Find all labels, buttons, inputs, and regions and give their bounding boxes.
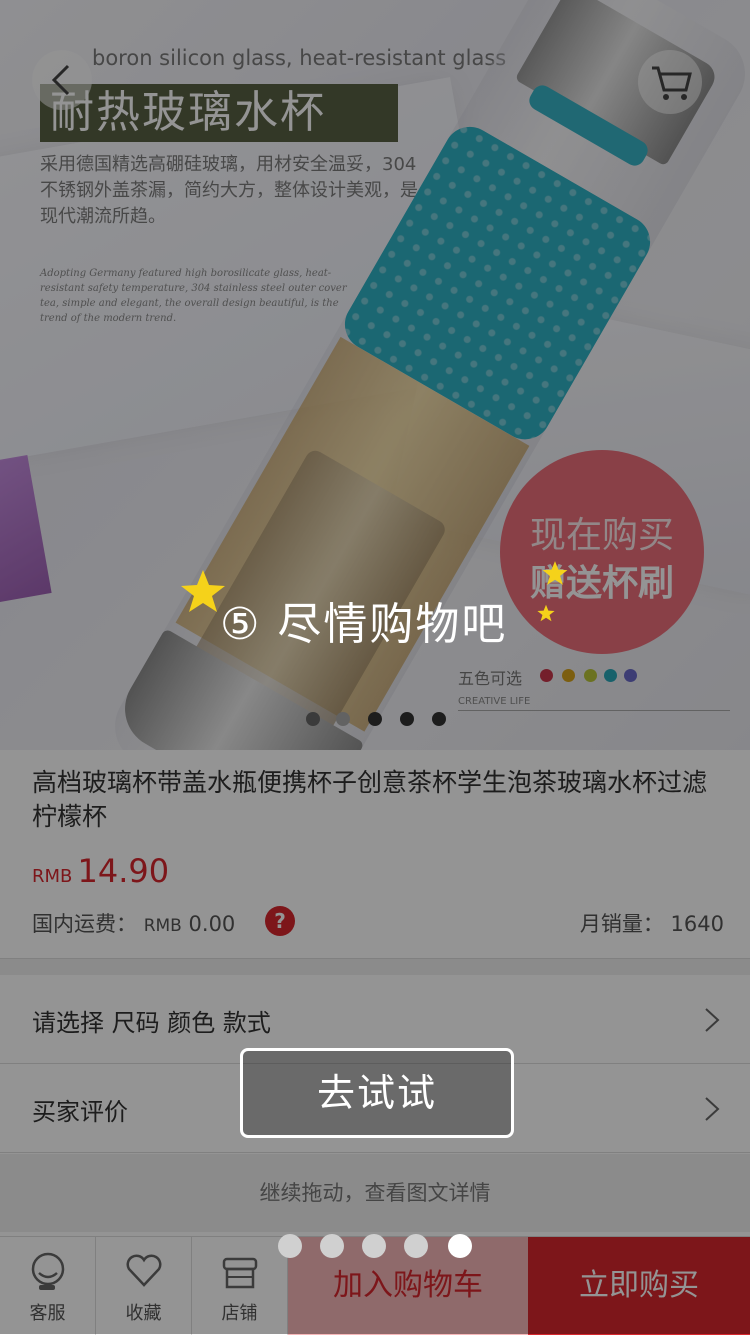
chevron-right-icon <box>705 1008 720 1032</box>
back-button[interactable] <box>32 50 92 110</box>
hero-description: 采用德国精选高硼硅玻璃，用材安全温妥，304不锈钢外盖茶漏，简约大方，整体设计美… <box>40 154 418 227</box>
carousel-dot[interactable] <box>306 712 320 726</box>
color-swatch <box>624 669 637 682</box>
price-currency: RMB <box>32 866 73 887</box>
promo-line-2: 赠送杯刷 <box>529 563 674 604</box>
store-label: 店铺 <box>221 1303 258 1324</box>
customer-service-button[interactable]: 客服 <box>0 1237 96 1335</box>
hero-english-description: Adopting Germany featured high borosilic… <box>40 268 347 324</box>
chevron-right-icon <box>705 1097 720 1121</box>
spec-select-label: 请选择 尺码 颜色 款式 <box>32 1009 271 1037</box>
product-price: RMB 14.90 <box>32 852 169 890</box>
favorite-label: 收藏 <box>125 1303 162 1324</box>
hero-title: 耐热玻璃水杯 <box>40 84 398 142</box>
guide-step-dot-active <box>448 1234 472 1258</box>
try-it-button[interactable]: 去试试 <box>240 1048 514 1138</box>
divider <box>458 710 730 711</box>
product-title: 高档玻璃杯带盖水瓶便携杯子创意茶杯学生泡茶玻璃水杯过滤柠檬杯 <box>32 768 708 831</box>
colors-label: 五色可选 <box>458 669 523 688</box>
section-divider <box>0 958 750 976</box>
favorite-button[interactable]: 收藏 <box>96 1237 192 1335</box>
monthly-sales: 月销量： 1640 <box>580 908 724 938</box>
color-swatch <box>604 669 617 682</box>
guide-step-text: ⑤ 尽情购物吧 <box>220 599 508 650</box>
creative-life-label: CREATIVE LIFE <box>458 696 531 707</box>
carousel-dot[interactable] <box>368 712 382 726</box>
sales-value: 1640 <box>670 912 724 936</box>
star-icon <box>542 561 568 585</box>
background-card <box>0 454 52 606</box>
carousel-dot[interactable] <box>336 712 350 726</box>
shipping-fee: 国内运费： RMB 0.00 <box>32 908 235 938</box>
carousel-dot[interactable] <box>432 712 446 726</box>
guide-step-dot <box>362 1234 386 1258</box>
promo-line-1: 现在购买 <box>529 515 674 556</box>
heart-icon <box>126 1254 162 1287</box>
shopping-cart-icon <box>652 66 692 100</box>
chevron-left-icon <box>51 64 70 96</box>
drag-for-details-hint: 继续拖动，查看图文详情 <box>0 1154 750 1232</box>
sales-label: 月销量： <box>579 912 664 936</box>
shipping-label: 国内运费： <box>32 912 137 936</box>
guide-step-dot <box>404 1234 428 1258</box>
guide-step-dot <box>320 1234 344 1258</box>
hero-english-heading: boron silicon glass, heat-resistant glas… <box>92 46 507 70</box>
help-icon[interactable]: ? <box>265 906 295 936</box>
carousel-dot[interactable] <box>400 712 414 726</box>
buy-now-button[interactable]: 立即购买 <box>528 1237 750 1335</box>
store-icon <box>222 1257 258 1289</box>
customer-service-label: 客服 <box>29 1303 66 1324</box>
color-swatch <box>584 669 597 682</box>
price-value: 14.90 <box>77 852 170 890</box>
color-swatch <box>562 669 575 682</box>
promo-badge: 现在购买 赠送杯刷 <box>500 450 704 654</box>
shipping-value: 0.00 <box>188 912 236 936</box>
guide-step-dot <box>278 1234 302 1258</box>
color-swatch <box>540 669 553 682</box>
headset-icon <box>31 1252 65 1290</box>
reviews-label: 买家评价 <box>32 1098 128 1126</box>
star-icon <box>537 604 555 622</box>
shipping-currency: RMB <box>143 916 182 936</box>
cart-button[interactable] <box>638 50 702 114</box>
store-button[interactable]: 店铺 <box>192 1237 288 1335</box>
